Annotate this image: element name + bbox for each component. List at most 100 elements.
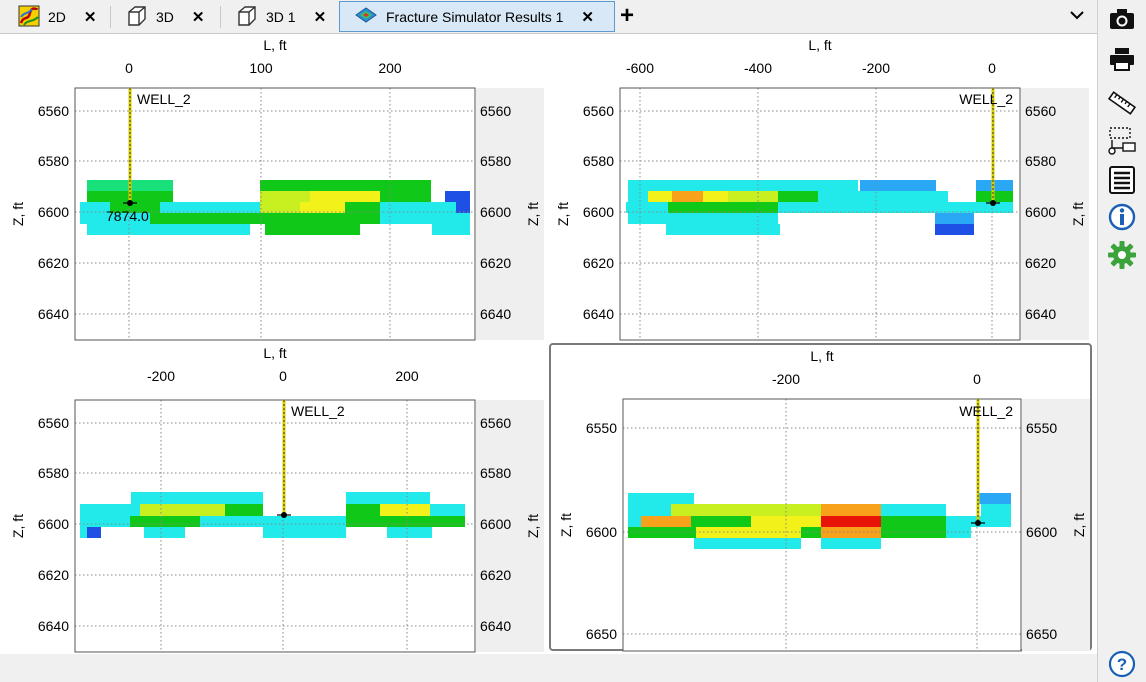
fracture-plot-2[interactable]: WELL_2 L, ft -600 -400 -200 0 6560 6580 6600 6620…: [548, 34, 1097, 342]
well-label: WELL_2: [137, 91, 191, 107]
y-tick-label-right: 6560: [1025, 103, 1056, 119]
y-tick-label-right: 6650: [1026, 626, 1057, 642]
fracture-cell: [387, 527, 432, 538]
add-tab-button[interactable]: +: [620, 3, 634, 29]
fracture-cell: [260, 202, 300, 213]
fracture-cell: [821, 538, 881, 549]
y-axis-label-right: Z, ft: [525, 514, 541, 538]
fracture-cell: [380, 504, 430, 516]
fracture-cell: [628, 516, 641, 527]
list-icon[interactable]: [1106, 165, 1138, 195]
fracture-cell: [130, 516, 200, 527]
fracture-cell: [666, 224, 780, 235]
fracture-cell: [728, 191, 778, 202]
y-tick-label-left: 6550: [586, 420, 617, 436]
3d-cube-icon: [236, 5, 258, 30]
y-tick-label-left: 6620: [38, 255, 69, 271]
tab-fracture-simulator-results[interactable]: Fracture Simulator Results 1 ✕: [339, 1, 615, 32]
y-axis-label-left: Z, ft: [10, 202, 26, 226]
well-label: WELL_2: [959, 91, 1013, 107]
fracture-cell: [260, 191, 310, 202]
ruler-icon[interactable]: [1106, 88, 1138, 118]
y-tick-label-left: 6650: [586, 626, 617, 642]
perforation-point[interactable]: [990, 200, 996, 206]
fracture-cell: [263, 527, 346, 538]
fracture-cell: [445, 191, 470, 202]
fracture-cell: [300, 202, 345, 213]
fracture-cell: [346, 504, 380, 516]
y-tick-label-left: 6580: [38, 153, 69, 169]
selection-tool-icon[interactable]: [1106, 126, 1138, 156]
fracture-plot-1[interactable]: WELL_2 7874.0 L, ft 0 100 200 6560 6580 6600 6620…: [0, 34, 548, 342]
y-tick-label-left: 6620: [583, 255, 614, 271]
y-tick-label-right: 6580: [480, 465, 511, 481]
plot-canvas: WELL_2 7874.0 L, ft 0 100 200 6560 6580 6600 6620…: [10, 37, 544, 341]
y-tick-label-left: 6560: [38, 103, 69, 119]
well-label: WELL_2: [291, 403, 345, 419]
y-tick-label-right: 6560: [480, 103, 511, 119]
perforation-point[interactable]: [281, 512, 287, 518]
fracture-cell: [310, 191, 380, 202]
fracture-cell: [751, 516, 821, 527]
2d-map-icon: [18, 5, 40, 30]
fracture-cell: [691, 516, 751, 527]
close-icon[interactable]: ✕: [581, 8, 594, 26]
fracture-cell: [981, 504, 1011, 516]
fracture-cell: [821, 504, 881, 516]
y-tick-label-right: 6640: [480, 618, 511, 634]
fracture-cell: [87, 191, 148, 202]
y-tick-label-left: 6600: [583, 204, 614, 220]
fracture-cell: [628, 180, 858, 191]
close-icon[interactable]: ✕: [314, 8, 327, 26]
y-tick-label-right: 6620: [1025, 255, 1056, 271]
fracture-cell: [263, 516, 346, 527]
fracture-plot-4[interactable]: WELL_2 L, ft -200 0 6550 6600 6650 6550 6600 6650…: [549, 343, 1092, 652]
chevron-down-icon[interactable]: [1068, 6, 1086, 27]
x-tick-label: -200: [772, 371, 800, 387]
close-icon[interactable]: ✕: [84, 8, 97, 26]
y-tick-label-right: 6600: [1026, 524, 1057, 540]
tab-label: 2D: [48, 9, 66, 25]
fracture-cell: [860, 180, 936, 191]
y-tick-label-left: 6580: [583, 153, 614, 169]
y-tick-label-left: 6600: [586, 524, 617, 540]
fracture-cell: [858, 191, 948, 202]
y-tick-label-left: 6640: [38, 306, 69, 322]
tab-label: 3D: [156, 9, 174, 25]
info-icon[interactable]: [1106, 202, 1138, 232]
fracture-plot-3[interactable]: WELL_2 L, ft -200 0 200 6560 6580 6600 6620 6640 6…: [0, 342, 548, 654]
gear-icon[interactable]: [1106, 240, 1138, 270]
fracture-cell: [148, 191, 173, 202]
close-icon[interactable]: ✕: [192, 8, 205, 26]
perforation-point[interactable]: [127, 200, 133, 206]
fracture-cell: [628, 527, 696, 538]
svg-text:?: ?: [1117, 655, 1127, 674]
y-tick-label-left: 6560: [583, 103, 614, 119]
plot-canvas: WELL_2 L, ft -200 0 200 6560 6580 6600 6620 6640 6…: [10, 345, 544, 653]
fracture-cell: [160, 202, 260, 213]
fracture-cell: [87, 527, 101, 538]
x-tick-label: -200: [862, 60, 890, 76]
fracture-cell: [641, 516, 691, 527]
camera-icon[interactable]: [1106, 4, 1138, 34]
tab-bar: 2D ✕ 3D ✕ 3D 1 ✕ Fracture Simulator Resu…: [0, 0, 1097, 34]
fracture-cell: [80, 516, 130, 527]
fracture-cell: [346, 492, 430, 504]
tab-3d[interactable]: 3D ✕: [112, 2, 218, 32]
fracture-cell: [818, 191, 858, 202]
fracture-surface-icon: [354, 5, 378, 28]
fracture-cell: [821, 516, 881, 527]
tab-3d-1[interactable]: 3D 1 ✕: [222, 2, 334, 32]
fracture-cell: [225, 504, 263, 516]
tab-2d[interactable]: 2D ✕: [4, 2, 104, 32]
fracture-cell: [935, 213, 974, 224]
fracture-cell: [881, 516, 946, 527]
y-axis-label-left: Z, ft: [555, 202, 571, 226]
fracture-cell: [140, 504, 225, 516]
help-icon[interactable]: ?: [1106, 649, 1138, 679]
fracture-cell: [628, 493, 694, 504]
printer-icon[interactable]: [1106, 44, 1138, 74]
perforation-point[interactable]: [975, 520, 981, 526]
x-axis-label: L, ft: [263, 345, 286, 361]
well-label: WELL_2: [959, 403, 1013, 419]
